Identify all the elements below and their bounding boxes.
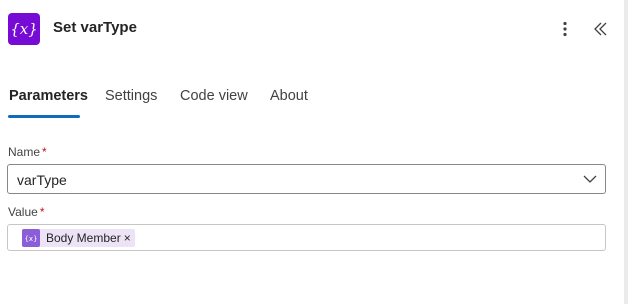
name-dropdown-value: varType [17, 172, 67, 188]
variable-icon: {x} [8, 13, 40, 45]
double-chevron-left-icon [594, 22, 607, 36]
chevron-down-icon [583, 175, 597, 183]
name-field-label: Name * [8, 145, 47, 159]
svg-text:{x}: {x} [24, 235, 37, 243]
panel-edge [624, 0, 628, 304]
tab-parameters[interactable]: Parameters [9, 88, 88, 104]
value-input[interactable]: {x} Body Member × [7, 224, 606, 251]
name-dropdown[interactable]: varType [7, 164, 606, 194]
more-vertical-icon [563, 21, 567, 37]
panel-header: {x} Set varType [0, 0, 624, 60]
tab-list: Parameters Settings Code view About [0, 80, 624, 120]
required-marker: * [39, 205, 45, 219]
collapse-panel-button[interactable] [590, 17, 612, 41]
remove-token-button[interactable]: × [124, 232, 131, 244]
expression-icon: {x} [22, 229, 40, 247]
svg-text:{x}: {x} [10, 20, 38, 38]
active-tab-indicator [8, 115, 80, 118]
tab-about[interactable]: About [270, 88, 308, 104]
required-marker: * [42, 145, 47, 159]
token-label: Body Member [46, 231, 121, 245]
tab-code-view[interactable]: Code view [180, 88, 248, 104]
expression-token[interactable]: {x} Body Member × [22, 229, 135, 247]
value-field-label: Value * [8, 205, 45, 219]
more-options-button[interactable] [554, 17, 576, 41]
tab-settings[interactable]: Settings [105, 88, 157, 104]
action-title: Set varType [53, 19, 137, 36]
